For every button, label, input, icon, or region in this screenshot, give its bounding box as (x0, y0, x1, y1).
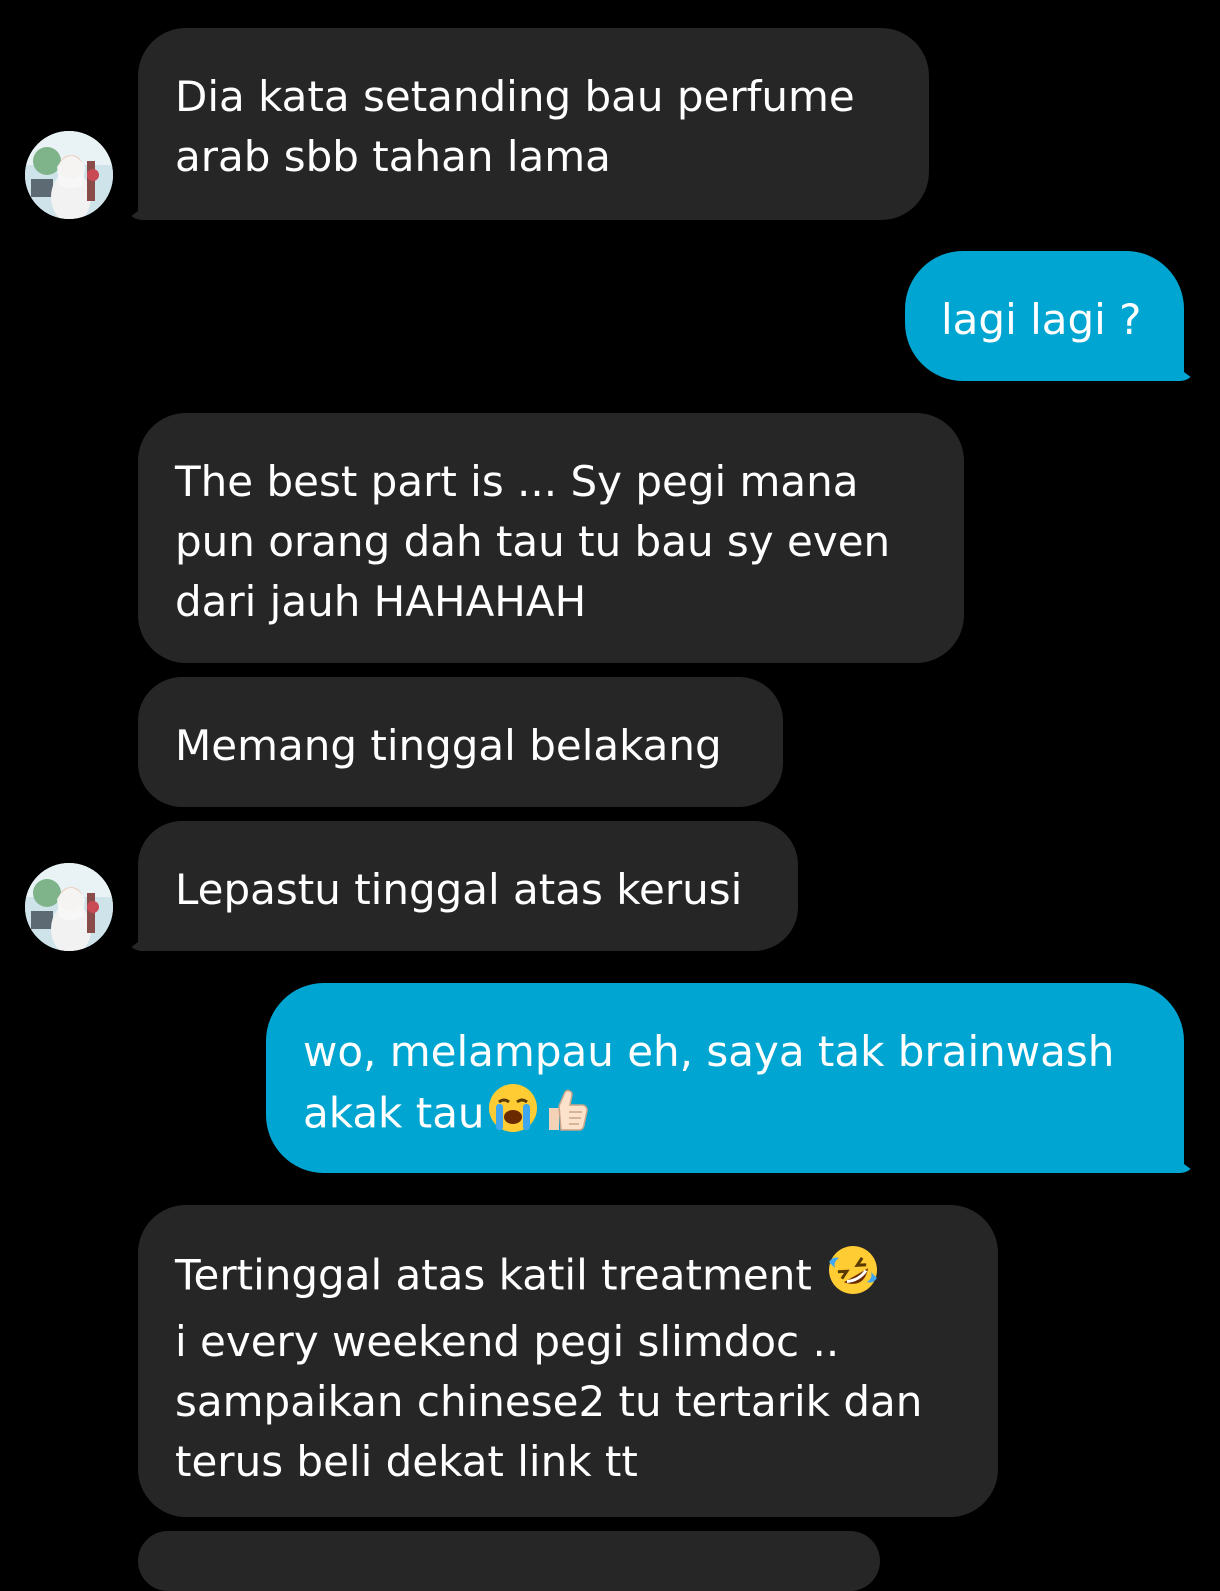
message-bubble-incoming[interactable]: Dia kata setanding bau perfume arab sbb … (138, 28, 929, 220)
message-text: terus beli dekat link tt (175, 1437, 638, 1486)
message-text: Memang tinggal belakang (175, 721, 722, 770)
message-line: Tertinggal atas katil treatment (175, 1244, 962, 1312)
message-text: Lepastu tinggal atas kerusi (175, 865, 743, 914)
message-text: i every weekend pegi slimdoc .. (175, 1317, 840, 1366)
avatar-image (25, 863, 113, 951)
message-bubble-outgoing[interactable]: wo, melampau eh, saya tak brainwash akak… (266, 983, 1184, 1173)
message-text: The best part is ... Sy pegi mana (175, 457, 859, 506)
message-text: dari jauh HAHAHAH (175, 577, 587, 626)
message-bubble-incoming[interactable]: Tertinggal atas katil treatment i every … (138, 1205, 998, 1517)
message-bubble-incoming[interactable]: Lepastu tinggal atas kerusi (138, 821, 798, 951)
avatar-image (25, 131, 113, 219)
message-text: Tertinggal atas katil treatment (175, 1250, 812, 1300)
message-text: wo, melampau eh, saya tak brainwash (303, 1027, 1115, 1076)
message-text: pun orang dah tau tu bau sy even (175, 517, 891, 566)
bubble-tail (1172, 363, 1196, 381)
message-text: lagi lagi ? (941, 295, 1142, 344)
message-text: akak tau (303, 1088, 485, 1138)
loudly-crying-face-icon (487, 1082, 539, 1150)
message-text: arab sbb tahan lama (175, 132, 611, 181)
message-text: Dia kata setanding bau perfume (175, 72, 855, 121)
message-bubble-incoming[interactable]: Memang tinggal belakang (138, 677, 783, 807)
message-line: akak tau (303, 1082, 1148, 1150)
message-bubble-outgoing[interactable]: lagi lagi ? (905, 251, 1184, 381)
rolling-on-floor-laughing-icon (827, 1244, 879, 1312)
contact-avatar[interactable] (25, 863, 113, 951)
message-bubble-incoming-partial[interactable] (138, 1531, 880, 1591)
message-bubble-incoming[interactable]: The best part is ... Sy pegi mana pun or… (138, 413, 964, 663)
message-text: sampaikan chinese2 tu tertarik dan (175, 1377, 923, 1426)
contact-avatar[interactable] (25, 131, 113, 219)
thumbs-up-icon (541, 1082, 593, 1150)
